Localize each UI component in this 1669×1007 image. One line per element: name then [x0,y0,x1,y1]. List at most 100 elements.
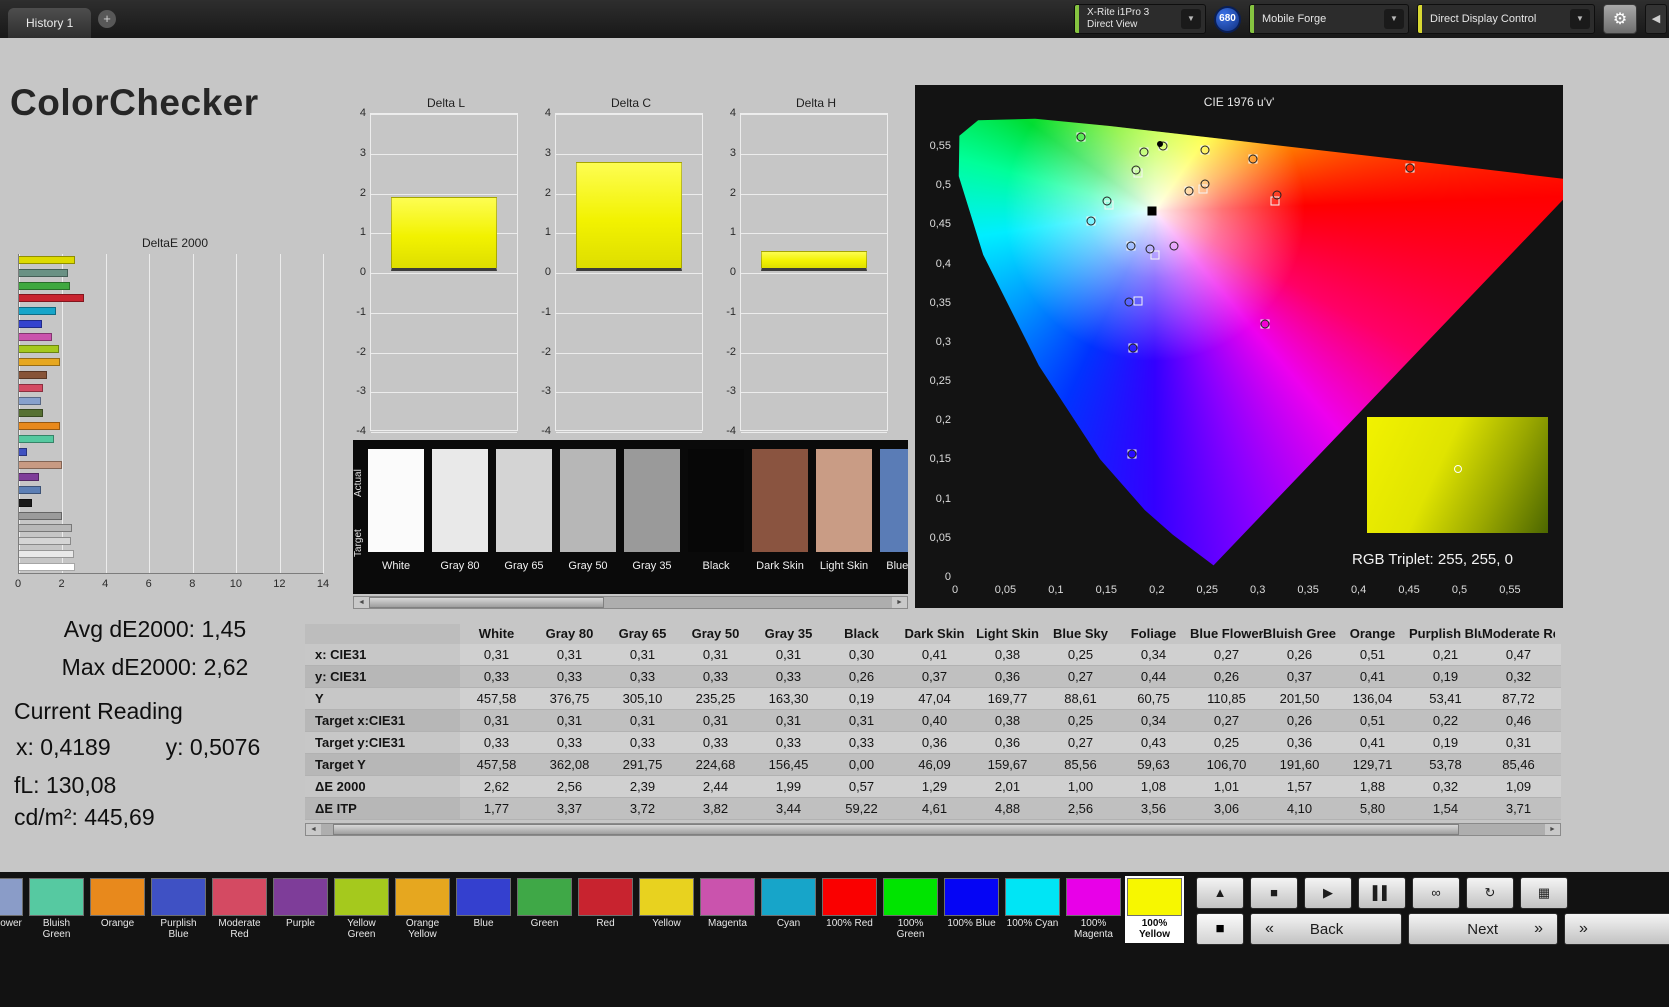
up-button[interactable]: ▲ [1196,877,1244,909]
meter-count-badge[interactable]: 680 [1214,6,1241,33]
y-tick-label: 4 [545,107,551,119]
deltae-bar [19,397,41,405]
loop-button[interactable]: ∞ [1412,877,1460,909]
scroll-track[interactable] [321,824,1545,835]
swatch-label: White [368,560,424,572]
display-control-name: Direct Display Control [1430,13,1562,25]
measured-marker [1249,154,1258,163]
pause-button[interactable]: ▌▌ [1358,877,1406,909]
table-cell: 0,51 [1336,644,1409,665]
avg-de2000: Avg dE2000: 1,45 [30,616,280,643]
titlebar-controls: X-Rite i1Pro 3 Direct View ▼ 680 Mobile … [1074,0,1667,38]
patch-label: Magenta [700,918,755,941]
scroll-left-icon[interactable]: ◄ [354,597,369,608]
patch-orange[interactable]: Orange [90,878,145,941]
workflow-dropdown[interactable]: Mobile Forge ▼ [1249,4,1409,34]
y-tick-label: 0,1 [915,493,951,505]
chevron-down-icon[interactable]: ▼ [1181,9,1201,29]
scroll-right-icon[interactable]: ► [892,597,907,608]
table-cell: 3,72 [606,798,679,819]
table-row: Y457,58376,75305,10235,25163,300,1947,04… [305,688,1561,710]
skip-forward-button[interactable]: » [1564,913,1669,945]
y-tick-label: -4 [726,425,736,437]
table-cell: 0,31 [1482,732,1555,753]
measured-marker [1405,164,1414,173]
patch-red[interactable]: Red [578,878,633,941]
x-tick-label: 2 [59,578,65,590]
table-cell: 0,38 [971,644,1044,665]
scroll-thumb[interactable] [333,824,1459,835]
scroll-left-icon[interactable]: ◄ [306,824,321,835]
patch-magenta[interactable]: Magenta [700,878,755,941]
patch-100-magenta[interactable]: 100% Magenta [1066,878,1121,941]
meter-dropdown[interactable]: X-Rite i1Pro 3 Direct View ▼ [1074,4,1206,34]
back-button[interactable]: « Back [1250,913,1402,945]
table-cell: 3,44 [752,798,825,819]
patch-yellow-green[interactable]: Yellow Green [334,878,389,941]
y-tick-label: 2 [545,187,551,199]
table-cell: 3,06 [1190,798,1263,819]
blackout-button[interactable]: ■ [1196,913,1244,945]
delta-h-chart: Delta H 43210-1-2-3-4 [722,96,892,450]
table-cell: 0,57 [825,776,898,797]
history-tab[interactable]: History 1 [8,8,91,38]
stop-button[interactable]: ■ [1250,877,1298,909]
deltae-bar [19,345,59,353]
y-tick-label: -4 [541,425,551,437]
chevron-down-icon[interactable]: ▼ [1570,9,1590,29]
next-button[interactable]: Next » [1408,913,1558,945]
grid-button[interactable]: ▦ [1520,877,1568,909]
table-row: ΔE ITP1,773,373,723,823,4459,224,614,882… [305,798,1561,820]
collapse-panel-arrow-icon[interactable]: ◀ [1645,4,1667,34]
patch-cyan[interactable]: Cyan [761,878,816,941]
chevron-down-icon[interactable]: ▼ [1384,9,1404,29]
patch-orange-yellow[interactable]: Orange Yellow [395,878,450,941]
scroll-track[interactable] [369,597,892,608]
patch-yellow[interactable]: Yellow [639,878,694,941]
table-cell: 156,45 [752,754,825,775]
table-row: Target y:CIE310,330,330,330,330,330,330,… [305,732,1561,754]
add-tab-button[interactable]: + [98,10,116,28]
table-cell: 0,31 [606,644,679,665]
refresh-button[interactable]: ↻ [1466,877,1514,909]
y-tick-label: 0,45 [915,218,951,230]
patch-100-cyan[interactable]: 100% Cyan [1005,878,1060,941]
display-dropdown-text: Direct Display Control [1422,13,1570,25]
colorchecker-swatch: Gray 50 [560,449,616,572]
patch-label: 100% Red [822,918,877,941]
patch-100-yellow[interactable]: 100% Yellow [1127,878,1182,941]
gridline [371,432,517,433]
measured-marker [1146,245,1155,254]
measured-marker [1261,319,1270,328]
deltae-bar [19,512,62,520]
table-cell: 169,77 [971,688,1044,709]
display-control-dropdown[interactable]: Direct Display Control ▼ [1417,4,1595,34]
table-cell: 106,70 [1190,754,1263,775]
deltae-bar [19,563,75,571]
scroll-thumb[interactable] [369,597,604,608]
gridline [556,313,702,314]
deltae-bar [19,550,74,558]
play-button[interactable]: ▶ [1304,877,1352,909]
patch-blue[interactable]: Blue [456,878,511,941]
patch-100-green[interactable]: 100% Green [883,878,938,941]
gridline [371,313,517,314]
patch-purple[interactable]: Purple [273,878,328,941]
meter-name: X-Rite i1Pro 3 [1087,7,1173,19]
patch-100-blue[interactable]: 100% Blue [944,878,999,941]
patch-blue-flower[interactable]: Blue Flower [0,878,23,941]
patch-moderate-red[interactable]: Moderate Red [212,878,267,941]
table-cell: 1,00 [1044,776,1117,797]
patch-100-red[interactable]: 100% Red [822,878,877,941]
patch-green[interactable]: Green [517,878,572,941]
patch-purplish-blue[interactable]: Purplish Blue [151,878,206,941]
current-x: x: 0,4189 [16,734,111,761]
scroll-right-icon[interactable]: ► [1545,824,1560,835]
swatch-actual [688,449,744,501]
patch-label: Purple [273,918,328,941]
gridline [371,114,517,115]
patch-swatch [90,878,145,916]
patch-bluish-green[interactable]: Bluish Green [29,878,84,941]
swatch-scrollbar: ◄ ► [353,596,908,609]
gear-icon[interactable]: ⚙ [1603,4,1637,34]
